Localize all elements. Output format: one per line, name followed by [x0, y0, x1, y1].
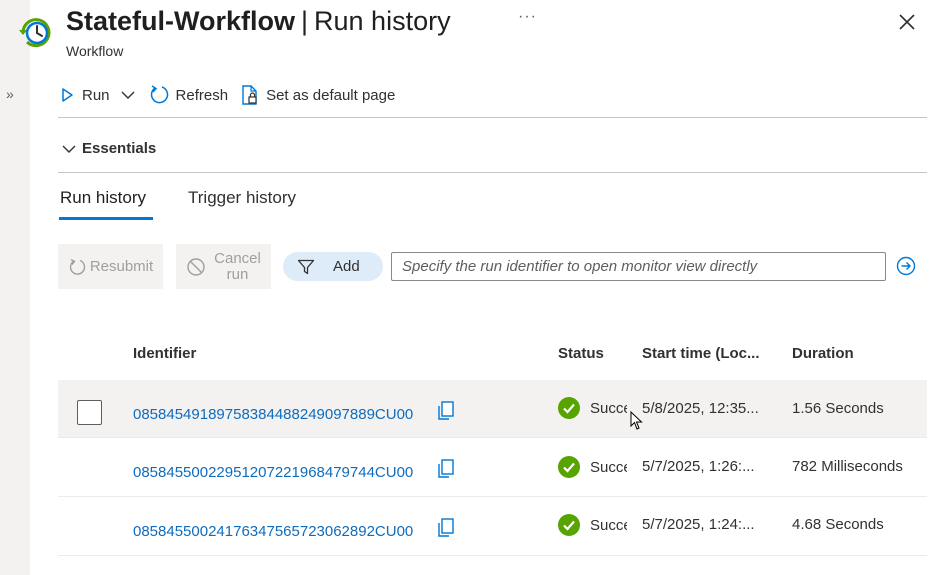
essentials-toggle[interactable]: Essentials [62, 140, 156, 157]
run-identifier-link[interactable]: 08584550022951207221968479744CU00 [133, 464, 413, 481]
more-options-button[interactable]: ··· [518, 8, 537, 26]
essentials-divider [58, 172, 927, 173]
page-name: Run history [314, 6, 451, 36]
start-time: 5/7/2025, 1:24:... [642, 516, 755, 533]
duration: 4.68 Seconds [792, 516, 884, 533]
chevron-down-icon [62, 145, 76, 153]
duration: 1.56 Seconds [792, 400, 884, 417]
resubmit-label: Resubmit [89, 258, 154, 275]
column-header-identifier[interactable]: Identifier [133, 345, 196, 362]
table-row[interactable]: 08584549189758384488249097889CU00 Succee… [58, 380, 927, 438]
chevron-down-icon[interactable] [120, 87, 136, 103]
copy-icon[interactable] [437, 518, 455, 538]
tab-run-history[interactable]: Run history [60, 188, 146, 208]
copy-icon[interactable] [437, 401, 455, 421]
add-filter-label: Add [333, 258, 360, 275]
run-identifier-link[interactable]: 08584549189758384488249097889CU00 [133, 406, 413, 423]
add-filter-button[interactable]: Add [283, 252, 383, 281]
play-icon [62, 88, 73, 102]
status-text: Succeeded [590, 517, 627, 534]
column-header-status[interactable]: Status [558, 345, 604, 362]
document-lock-icon [242, 85, 257, 105]
copy-icon[interactable] [437, 459, 455, 479]
column-header-duration[interactable]: Duration [792, 345, 854, 362]
run-identifier-input[interactable] [391, 252, 886, 281]
filter-icon [297, 259, 315, 274]
run-button-label: Run [82, 86, 110, 104]
row-select-checkbox[interactable] [77, 400, 102, 425]
mouse-cursor-icon [630, 411, 643, 430]
success-check-icon [558, 456, 580, 478]
run-button[interactable]: Run [58, 86, 136, 104]
success-check-icon [558, 514, 580, 536]
toolbar: Run Refresh Set as default page [58, 80, 407, 110]
run-history-clock-icon [19, 18, 51, 48]
page-title: Stateful-Workflow | Run history [66, 6, 451, 37]
resource-type: Workflow [66, 43, 124, 59]
resubmit-icon [69, 258, 86, 275]
column-header-start-time[interactable]: Start time (Loc... [642, 345, 760, 362]
set-default-page-button[interactable]: Set as default page [240, 84, 395, 106]
title-separator: | [301, 6, 309, 36]
refresh-button-label: Refresh [175, 86, 229, 104]
expand-sidebar-icon[interactable]: » [6, 86, 14, 102]
essentials-label: Essentials [82, 140, 157, 157]
duration: 782 Milliseconds [792, 458, 903, 475]
left-sidebar [0, 0, 30, 575]
table-row[interactable]: 08584550022951207221968479744CU00 Succee… [58, 439, 927, 497]
cancel-label-line1: Cancel [214, 249, 261, 267]
set-default-page-label: Set as default page [266, 86, 396, 104]
start-time: 5/8/2025, 12:35... [642, 400, 759, 417]
cancel-icon [187, 257, 205, 276]
close-icon[interactable] [897, 12, 917, 32]
status-text: Succeeded [590, 400, 627, 417]
start-time: 5/7/2025, 1:26:... [642, 458, 755, 475]
run-identifier-link[interactable]: 08584550024176347565723062892CU00 [133, 523, 413, 540]
cancel-run-button[interactable]: Cancel run [176, 244, 271, 289]
refresh-icon [150, 85, 168, 104]
toolbar-divider [58, 117, 927, 118]
arrow-right-circle-icon[interactable] [896, 256, 916, 276]
table-row[interactable]: 08584550024176347565723062892CU00 Succee… [58, 498, 927, 556]
success-check-icon [558, 397, 580, 419]
refresh-button[interactable]: Refresh [148, 84, 229, 106]
active-tab-indicator [59, 217, 153, 220]
workflow-name: Stateful-Workflow [66, 6, 295, 36]
tab-trigger-history[interactable]: Trigger history [188, 188, 296, 208]
cancel-label-line2: run [226, 265, 249, 283]
resubmit-button[interactable]: Resubmit [58, 244, 163, 289]
status-text: Succeeded [590, 459, 627, 476]
